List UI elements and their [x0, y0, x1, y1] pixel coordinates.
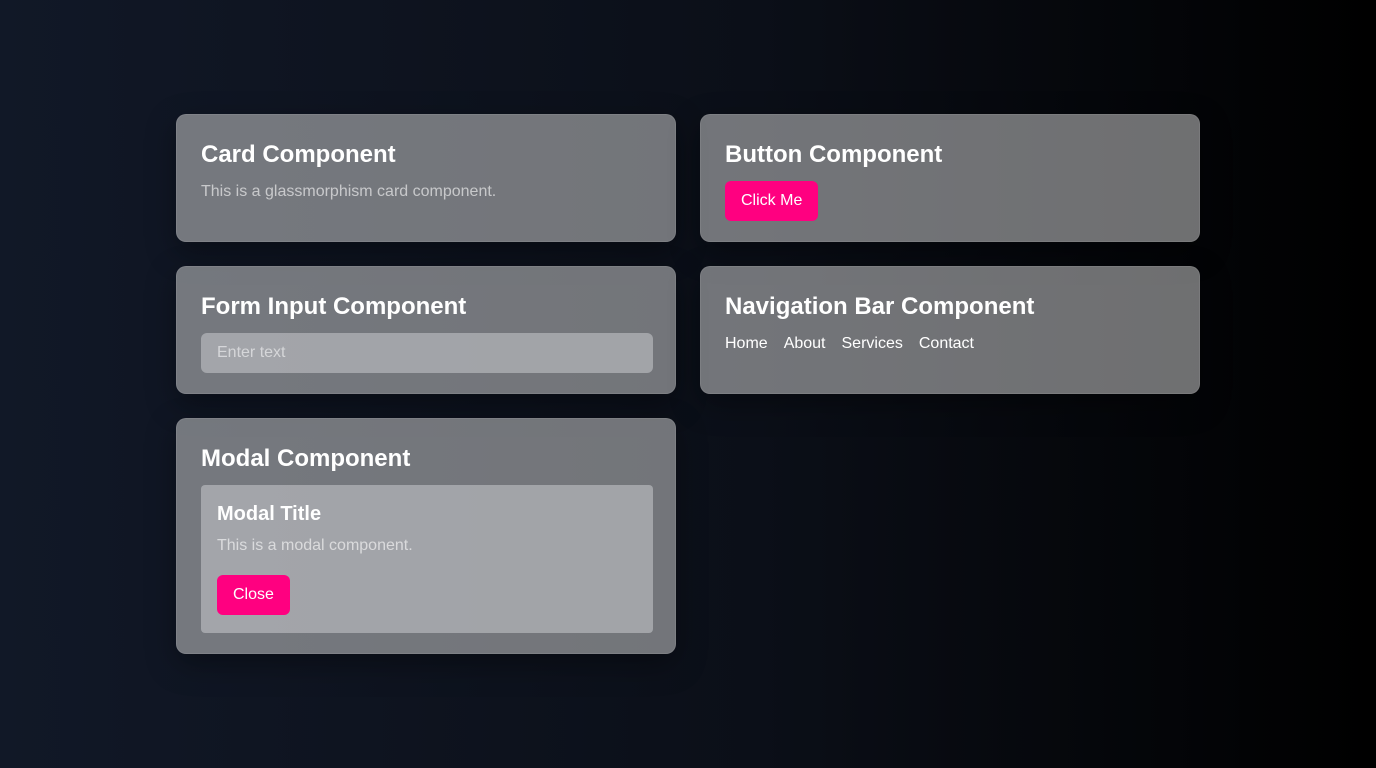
nav-link-contact[interactable]: Contact — [919, 333, 974, 355]
card-title: Card Component — [201, 141, 396, 168]
modal-close-button[interactable]: Close — [217, 575, 290, 615]
nav-link-home[interactable]: Home — [725, 333, 768, 355]
card-text: This is a glassmorphism card component. — [201, 183, 497, 200]
nav-card-title: Navigation Bar Component — [725, 293, 1035, 320]
navigation-bar-component-card: Navigation Bar Component Home About Serv… — [700, 266, 1200, 394]
modal-card-title: Modal Component — [201, 445, 411, 472]
modal-component-card: Modal Component Modal Title This is a mo… — [176, 418, 676, 654]
nav-link-about[interactable]: About — [784, 333, 826, 355]
navigation-bar: Home About Services Contact — [725, 333, 1175, 355]
nav-link-services[interactable]: Services — [842, 333, 903, 355]
text-input[interactable] — [201, 333, 653, 373]
modal-title: Modal Title — [217, 503, 322, 525]
form-input-component-card: Form Input Component — [176, 266, 676, 394]
modal-text: This is a modal component. — [217, 537, 413, 554]
component-grid: Card Component This is a glassmorphism c… — [176, 114, 1200, 654]
click-me-button[interactable]: Click Me — [725, 181, 819, 221]
modal-dialog: Modal Title This is a modal component. C… — [201, 485, 653, 633]
button-component-card: Button Component Click Me — [700, 114, 1200, 242]
card-component: Card Component This is a glassmorphism c… — [176, 114, 676, 242]
form-card-title: Form Input Component — [201, 293, 467, 320]
button-card-title: Button Component — [725, 141, 943, 168]
